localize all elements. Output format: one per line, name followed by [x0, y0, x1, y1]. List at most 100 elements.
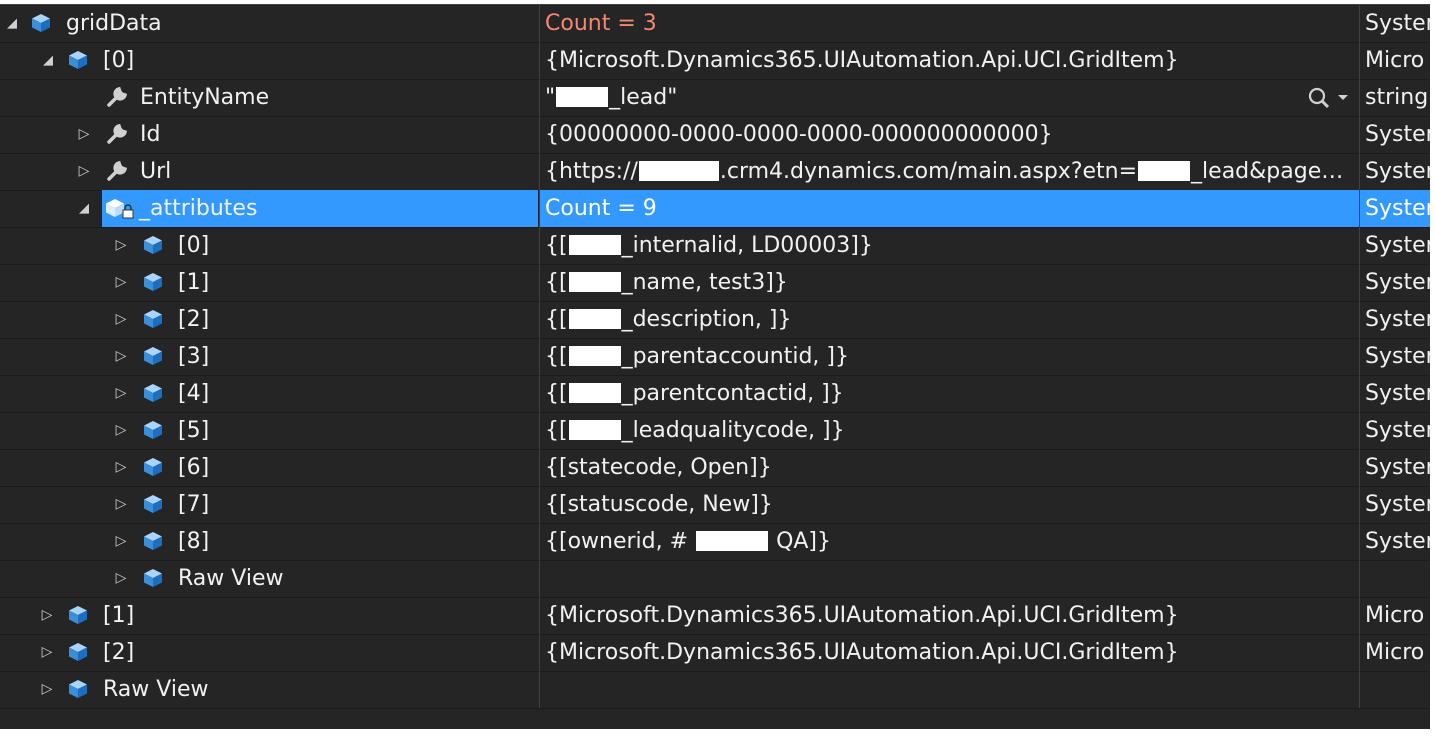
- wrench-icon: [107, 86, 128, 107]
- expand-arrow-icon[interactable]: ▷: [39, 597, 55, 634]
- collapse-arrow-icon[interactable]: ◢: [40, 42, 56, 79]
- row-name: [7]: [178, 492, 210, 517]
- cube-icon: [69, 51, 87, 69]
- tree-row-id[interactable]: ▷ Id {00000000-0000-0000-0000-0000000000…: [0, 116, 1430, 154]
- type-cell: Syster: [1359, 190, 1430, 227]
- tree-row-attr-8[interactable]: ▷ [8] {[ownerid, # QA]} Syster: [0, 523, 1430, 561]
- value-prefix: {https://: [545, 159, 638, 184]
- cube-icon: [69, 643, 87, 661]
- redacted-block: [696, 531, 769, 551]
- value-cell: {[_parentaccountid, ]}: [539, 338, 1359, 375]
- row-name: gridData: [66, 11, 162, 36]
- value-cell: {[ownerid, # QA]}: [539, 523, 1359, 560]
- row-name: [8]: [178, 529, 210, 554]
- value-cell: Count = 3: [539, 5, 1359, 42]
- name-cell: ▷ [2]: [0, 301, 538, 338]
- expand-arrow-icon[interactable]: ▷: [76, 153, 92, 190]
- type-cell: Syster: [1359, 153, 1430, 190]
- tree-row-griddata[interactable]: ◢ gridData Count = 3 Syster: [0, 5, 1430, 43]
- expand-arrow-icon[interactable]: ▷: [39, 634, 55, 671]
- tree-row-item-0[interactable]: ◢ [0] {Microsoft.Dynamics365.UIAutomatio…: [0, 42, 1430, 80]
- value-suffix: _parentaccountid, ]}: [621, 344, 849, 369]
- tree-row-raw-view[interactable]: ▷ Raw View: [0, 671, 1430, 709]
- name-cell: ◢ _attributes: [0, 190, 538, 227]
- name-cell: ▷ [1]: [0, 597, 538, 634]
- tree-row-item-2[interactable]: ▷ [2] {Microsoft.Dynamics365.UIAutomatio…: [0, 634, 1430, 672]
- value-cell: {[statecode, Open]}: [539, 449, 1359, 486]
- redacted-block: [568, 309, 621, 329]
- name-cell: ▷ Raw View: [0, 671, 538, 708]
- expand-arrow-icon[interactable]: ▷: [76, 116, 92, 153]
- redacted-block: [568, 346, 621, 366]
- tree-row-attr-0[interactable]: ▷ [0] {[ _internalid, LD00003]} Syster: [0, 227, 1430, 265]
- cube-icon: [144, 310, 162, 328]
- tree-row-entityname[interactable]: EntityName " _lead" string: [0, 79, 1430, 117]
- value-suffix: _internalid, LD00003]}: [621, 233, 873, 258]
- tree-row-attr-6[interactable]: ▷ [6] {[statecode, Open]} Syster: [0, 449, 1430, 487]
- name-cell: ◢ [0]: [0, 42, 538, 79]
- row-name: Url: [140, 159, 172, 184]
- value-prefix: {[: [545, 233, 568, 258]
- locked-field-icon: [106, 199, 134, 219]
- expand-arrow-icon[interactable]: ▷: [113, 375, 129, 412]
- type-cell: Syster: [1359, 449, 1430, 486]
- tree-row-item-1[interactable]: ▷ [1] {Microsoft.Dynamics365.UIAutomatio…: [0, 597, 1430, 635]
- value-prefix: {[: [545, 307, 568, 332]
- tree-row-attributes[interactable]: ◢ _attributes Count = 9 Syster: [0, 190, 1430, 228]
- type-cell: Syster: [1359, 301, 1430, 338]
- wrench-icon: [107, 160, 128, 181]
- expand-arrow-icon[interactable]: ▷: [39, 671, 55, 708]
- value-prefix: {[: [545, 381, 568, 406]
- type-cell: Syster: [1359, 264, 1430, 301]
- cube-icon: [32, 14, 50, 32]
- row-name: [1]: [178, 270, 210, 295]
- row-name: [5]: [178, 418, 210, 443]
- name-cell: ▷ [7]: [0, 486, 538, 523]
- magnifier-icon[interactable]: [1305, 85, 1353, 111]
- redacted-block: [568, 420, 621, 440]
- name-cell: ◢ gridData: [0, 5, 538, 42]
- type-cell: Micro: [1359, 634, 1430, 671]
- value-prefix: ": [545, 85, 556, 110]
- value-prefix: {[ownerid, #: [545, 529, 689, 554]
- row-name: [0]: [103, 48, 135, 73]
- value-cell: {[_description, ]}: [539, 301, 1359, 338]
- redacted-block: [568, 272, 621, 292]
- expand-arrow-icon[interactable]: ▷: [113, 449, 129, 486]
- collapse-arrow-icon[interactable]: ◢: [76, 190, 92, 227]
- tree-row-attr-3[interactable]: ▷ [3] {[_parentaccountid, ]} Syster: [0, 338, 1430, 376]
- cube-icon: [144, 347, 162, 365]
- tree-row-url[interactable]: ▷ Url {https:// .crm4.dynamics.com/main.a…: [0, 153, 1430, 191]
- tree-row-attr-7[interactable]: ▷ [7] {[statuscode, New]} Syster: [0, 486, 1430, 524]
- name-cell: ▷ [1]: [0, 264, 538, 301]
- name-cell: ▷ Url: [0, 153, 538, 190]
- row-name: [0]: [178, 233, 210, 258]
- expand-arrow-icon[interactable]: ▷: [113, 523, 129, 560]
- value-middle: .crm4.dynamics.com/main.aspx?etn=: [719, 159, 1138, 184]
- cube-icon: [144, 421, 162, 439]
- value-prefix: {[: [545, 270, 568, 295]
- row-name: Raw View: [178, 566, 284, 591]
- expand-arrow-icon[interactable]: ▷: [113, 264, 129, 301]
- tree-row-attr-4[interactable]: ▷ [4] {[_parentcontactid, ]} Syster: [0, 375, 1430, 413]
- expand-arrow-icon[interactable]: ▷: [113, 560, 129, 597]
- type-cell: Syster: [1359, 227, 1430, 264]
- redacted-block: [1138, 161, 1191, 181]
- collapse-arrow-icon[interactable]: ◢: [4, 5, 20, 42]
- expand-arrow-icon[interactable]: ▷: [113, 412, 129, 449]
- tree-row-raw-view-inner[interactable]: ▷ Raw View: [0, 560, 1430, 598]
- tree-row-attr-1[interactable]: ▷ [1] {[_name, test3]} Syster: [0, 264, 1430, 302]
- value-cell: {Microsoft.Dynamics365.UIAutomation.Api.…: [539, 597, 1359, 634]
- tree-row-attr-5[interactable]: ▷ [5] {[_leadqualitycode, ]} Syster: [0, 412, 1430, 450]
- type-cell: Micro: [1359, 597, 1430, 634]
- expand-arrow-icon[interactable]: ▷: [113, 301, 129, 338]
- name-cell: ▷ [5]: [0, 412, 538, 449]
- name-cell: ▷ Id: [0, 116, 538, 153]
- value-cell: [539, 560, 1359, 597]
- expand-arrow-icon[interactable]: ▷: [113, 338, 129, 375]
- tree-row-attr-2[interactable]: ▷ [2] {[_description, ]} Syster: [0, 301, 1430, 339]
- expand-arrow-icon[interactable]: ▷: [113, 486, 129, 523]
- expand-arrow-icon[interactable]: ▷: [113, 227, 129, 264]
- name-cell: ▷ [0]: [0, 227, 538, 264]
- row-name: [4]: [178, 381, 210, 406]
